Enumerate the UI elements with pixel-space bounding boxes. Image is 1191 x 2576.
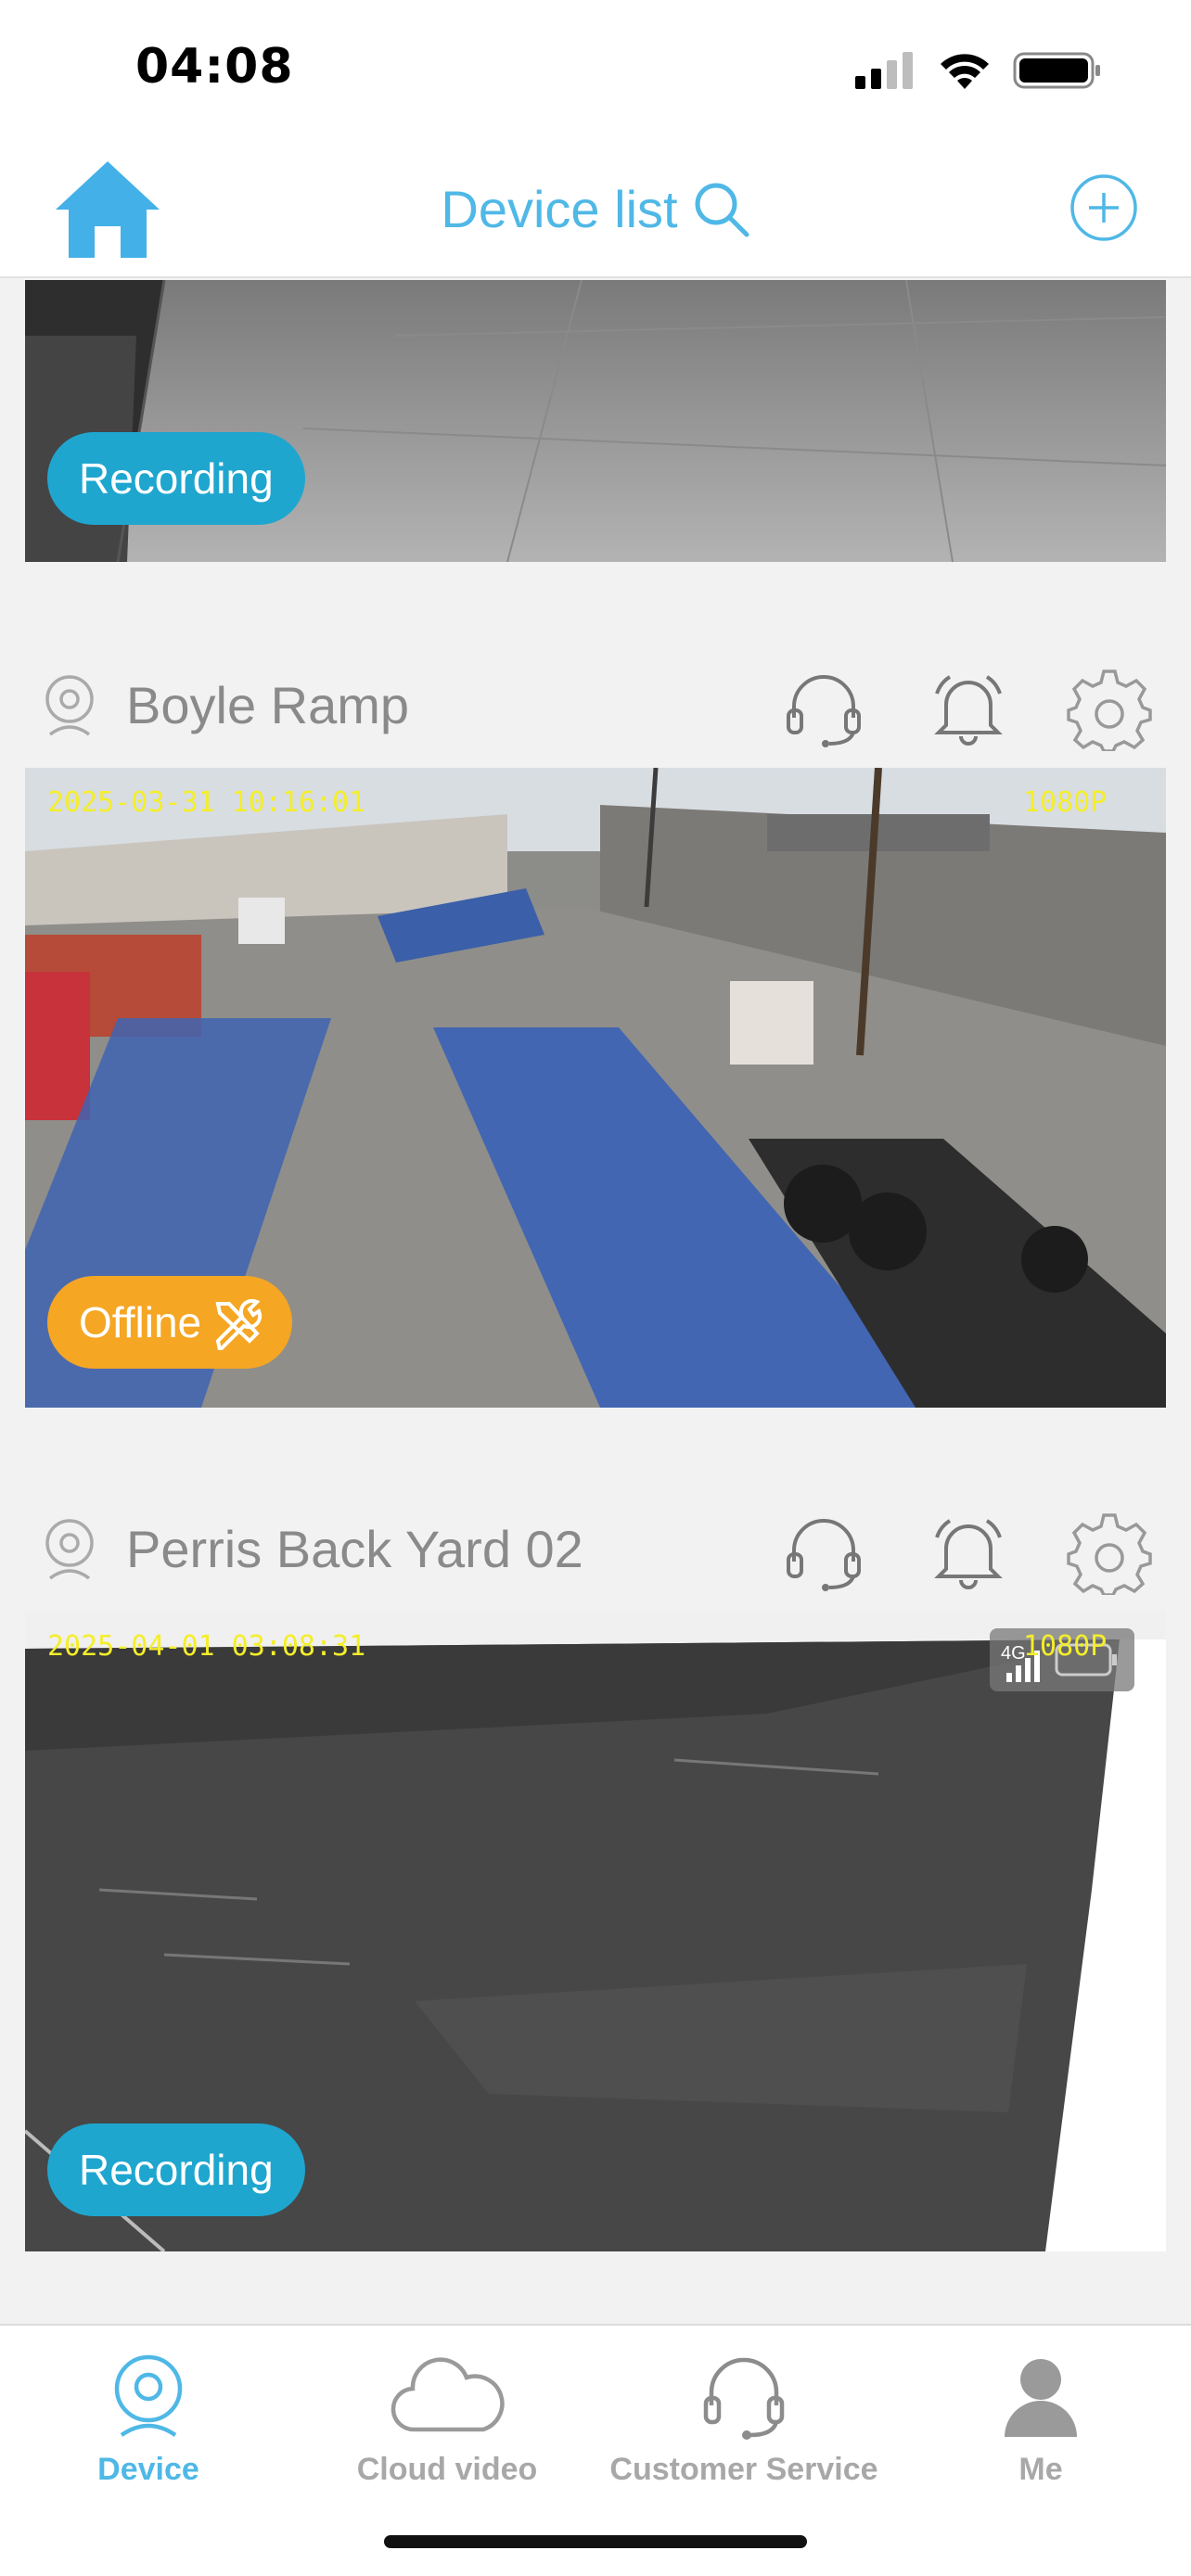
tab-label: Customer Service — [609, 2452, 878, 2487]
home-indicator[interactable] — [384, 2535, 807, 2548]
tab-cloud-video[interactable]: Cloud video — [299, 2344, 596, 2511]
device-name[interactable]: Perris Back Yard 02 — [126, 1519, 583, 1579]
app-header: Device list — [0, 139, 1191, 278]
resolution-overlay: 1080P — [1023, 1630, 1108, 1663]
bell-icon[interactable] — [926, 1510, 1011, 1595]
headset-icon[interactable] — [781, 666, 866, 751]
add-circle-icon[interactable] — [1069, 172, 1139, 243]
camera-icon — [45, 1519, 94, 1580]
timestamp-overlay: 2025-03-31 10:16:01 — [47, 786, 366, 819]
device-header-row[interactable]: Boyle Ramp — [0, 627, 1191, 775]
tab-label: Me — [1018, 2452, 1063, 2487]
timestamp-overlay: 2025-04-01 03:08:31 — [47, 1630, 366, 1663]
recording-badge: Recording — [47, 432, 305, 525]
gear-icon[interactable] — [1067, 666, 1152, 751]
search-icon[interactable] — [691, 179, 750, 238]
camera-icon — [114, 2354, 183, 2437]
camera-preview[interactable]: Recording — [25, 280, 1166, 562]
resolution-overlay: 1080P — [1023, 786, 1108, 819]
gear-icon[interactable] — [1067, 1510, 1152, 1595]
bell-icon[interactable] — [926, 666, 1011, 751]
device-list[interactable]: Recording Boyle Ramp 2025-03-31 10:16:01… — [0, 280, 1191, 2324]
tab-me[interactable]: Me — [892, 2344, 1189, 2511]
camera-preview[interactable]: 2025-03-31 10:16:01 1080P Offline — [25, 768, 1166, 1408]
status-bar: 04:08 — [0, 0, 1191, 139]
tab-label: Cloud video — [356, 2452, 538, 2487]
offline-badge[interactable]: Offline — [47, 1276, 293, 1369]
header-title-wrap[interactable]: Device list — [0, 174, 1191, 243]
status-time: 04:08 — [135, 39, 294, 95]
tab-device[interactable]: Device — [0, 2344, 297, 2511]
badge-label: Offline — [79, 1298, 202, 1346]
person-icon — [1005, 2359, 1077, 2437]
recording-badge: Recording — [47, 2123, 305, 2216]
camera-icon — [45, 675, 94, 736]
tab-customer-service[interactable]: Customer Service — [596, 2344, 892, 2511]
device-header-row[interactable]: Perris Back Yard 02 — [0, 1471, 1191, 1619]
cellular-signal-icon — [855, 52, 913, 89]
status-icons — [855, 50, 1102, 91]
camera-preview[interactable]: 2025-04-01 03:08:31 4G 1080P Recording — [25, 1612, 1166, 2251]
headset-icon — [703, 2357, 785, 2440]
wifi-icon — [941, 54, 989, 89]
battery-icon — [1013, 52, 1100, 89]
tab-label: Device — [97, 2452, 199, 2487]
cloud-icon — [391, 2357, 505, 2432]
tools-icon — [215, 1298, 263, 1350]
headset-icon[interactable] — [781, 1510, 866, 1595]
badge-label: Recording — [79, 454, 274, 503]
device-name[interactable]: Boyle Ramp — [126, 675, 409, 735]
badge-label: Recording — [79, 2146, 274, 2194]
page-title: Device list — [441, 179, 678, 238]
